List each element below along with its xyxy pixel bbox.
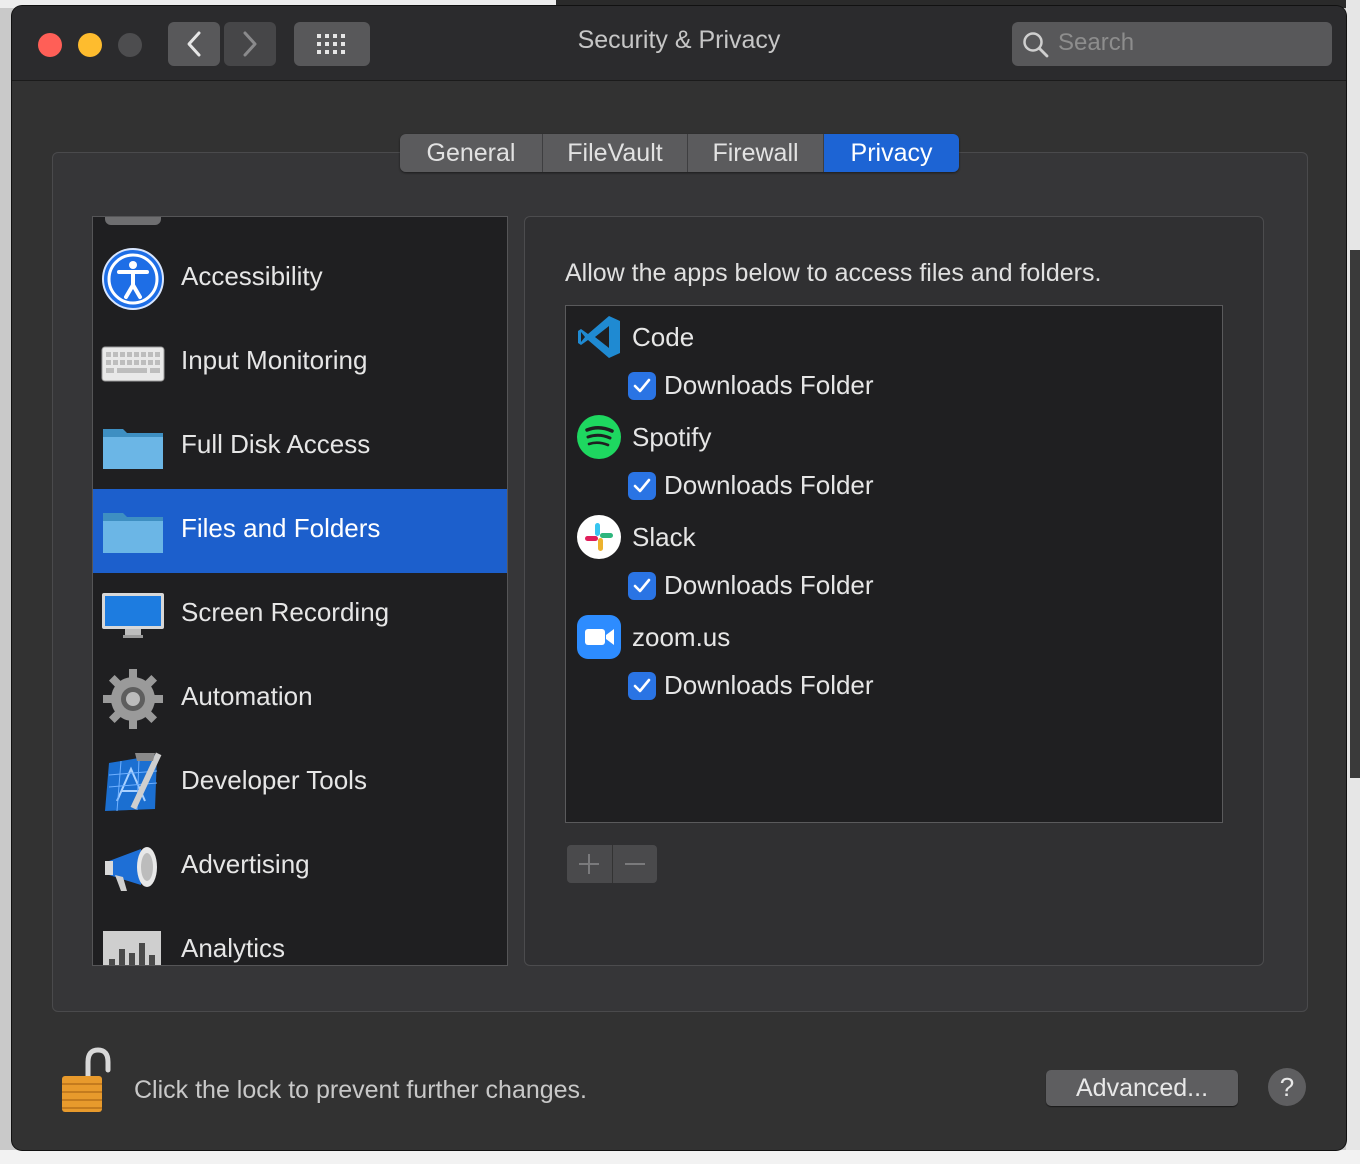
category-automation[interactable]: Automation	[93, 657, 507, 741]
minus-icon	[624, 863, 645, 865]
checkbox[interactable]	[628, 372, 656, 400]
category-accessibility[interactable]: Accessibility	[93, 237, 507, 321]
app-name: Slack	[632, 522, 696, 552]
spotify-icon	[577, 415, 621, 459]
help-button[interactable]: ?	[1268, 1068, 1306, 1106]
category-label: Screen Recording	[181, 597, 390, 627]
xcode-icon	[105, 752, 162, 812]
analytics-chart-icon	[103, 931, 161, 965]
permission-label: Downloads Folder	[664, 670, 874, 700]
permission-label: Downloads Folder	[664, 470, 874, 500]
search-icon	[1023, 32, 1049, 58]
display-icon	[102, 593, 164, 638]
category-label: Analytics	[181, 933, 286, 963]
megaphone-icon	[105, 847, 157, 891]
folder-icon	[103, 513, 163, 553]
tab-filevault[interactable]: FileVault	[543, 134, 688, 172]
add-button[interactable]	[567, 845, 613, 883]
privacy-category-list[interactable]: Accessibility Input Monitoring Full Disk…	[92, 216, 508, 966]
background-window-bottom	[0, 1150, 1360, 1164]
app-permission-list[interactable]: Code Downloads Folder Spotify Downloads …	[565, 305, 1223, 823]
checkbox[interactable]	[628, 572, 656, 600]
background-window-right	[1346, 0, 1360, 1164]
detail-heading: Allow the apps below to access files and…	[565, 259, 1102, 287]
permission-label: Downloads Folder	[664, 370, 874, 400]
category-label: Developer Tools	[181, 765, 367, 795]
app-name: Code	[632, 322, 695, 352]
security-privacy-window: Security & Privacy Search General FileVa…	[12, 6, 1346, 1150]
tab-firewall[interactable]: Firewall	[688, 134, 824, 172]
category-label: Files and Folders	[181, 513, 381, 543]
lock-icon[interactable]	[58, 1046, 116, 1116]
keyboard-icon	[101, 346, 165, 382]
search-placeholder: Search	[1058, 29, 1135, 56]
category-screen-recording[interactable]: Screen Recording	[93, 573, 507, 657]
category-full-disk-access[interactable]: Full Disk Access	[93, 405, 507, 489]
accessibility-icon	[102, 248, 164, 310]
remove-button[interactable]	[612, 845, 657, 883]
lock-message: Click the lock to prevent further change…	[134, 1076, 588, 1104]
tab-bar: General FileVault Firewall Privacy	[400, 134, 959, 172]
checkbox[interactable]	[628, 472, 656, 500]
app-name: zoom.us	[632, 622, 731, 652]
app-name: Spotify	[632, 422, 712, 452]
category-label: Full Disk Access	[181, 429, 371, 459]
category-input-monitoring[interactable]: Input Monitoring	[93, 321, 507, 405]
category-advertising[interactable]: Advertising	[93, 825, 507, 909]
vscode-icon	[578, 316, 620, 358]
advanced-button[interactable]: Advanced...	[1046, 1070, 1238, 1106]
zoom-icon	[577, 615, 621, 659]
checkmark-icon	[633, 578, 651, 593]
category-label: Advertising	[181, 849, 310, 879]
category-files-and-folders[interactable]: Files and Folders	[93, 489, 507, 573]
category-label: Input Monitoring	[181, 345, 368, 375]
folder-icon	[103, 429, 163, 469]
add-remove-buttons	[567, 845, 657, 883]
gear-icon	[103, 669, 163, 729]
files-and-folders-detail: Allow the apps below to access files and…	[524, 216, 1264, 966]
category-analytics[interactable]: Analytics	[93, 909, 507, 965]
tab-general[interactable]: General	[400, 134, 543, 172]
permission-label: Downloads Folder	[664, 570, 874, 600]
plus-icon	[579, 854, 600, 874]
checkmark-icon	[633, 678, 651, 693]
checkmark-icon	[633, 478, 651, 493]
slack-icon	[577, 515, 621, 559]
title-bar: Security & Privacy Search	[12, 6, 1346, 81]
search-field[interactable]: Search	[1012, 22, 1332, 66]
category-label: Automation	[181, 681, 313, 711]
category-label: Accessibility	[181, 261, 323, 291]
checkmark-icon	[633, 378, 651, 393]
checkbox[interactable]	[628, 672, 656, 700]
partially-hidden-item	[105, 217, 161, 225]
tab-privacy[interactable]: Privacy	[824, 134, 959, 172]
category-developer-tools[interactable]: Developer Tools	[93, 741, 507, 825]
